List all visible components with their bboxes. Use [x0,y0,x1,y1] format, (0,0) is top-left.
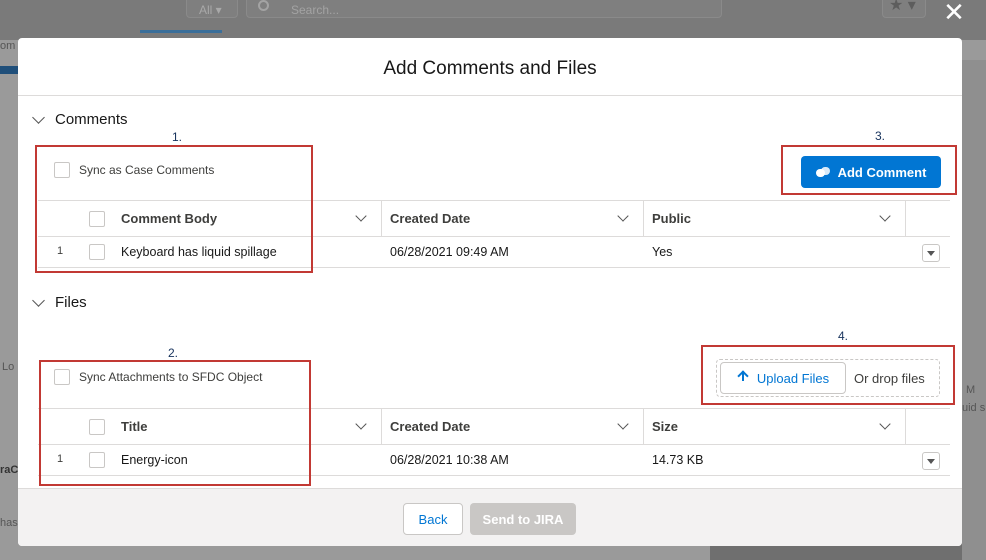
chevron-down-icon[interactable] [355,418,367,430]
cell-created-date: 06/28/2021 09:49 AM [390,245,509,259]
annotation-number: 1. [172,130,183,144]
favorite-star-icon: ★ ▾ [882,0,926,18]
annotation-box [39,360,311,486]
background-text: has [0,517,18,529]
background-text: uid s [962,402,986,414]
cell-public: Yes [652,245,673,259]
annotation-number: 4. [838,329,849,343]
comments-section-toggle[interactable]: Comments [30,111,128,128]
annotation-number: 3. [875,129,886,143]
send-to-jira-button: Send to JIRA [470,503,576,535]
column-header-size[interactable]: Size [644,409,906,444]
chevron-down-icon[interactable] [355,210,367,222]
background-search: Search... [246,0,722,18]
annotation-number: 2. [168,346,179,360]
files-section-label: Files [55,294,87,311]
background-text: M [966,384,976,396]
files-section-toggle[interactable]: Files [30,294,87,311]
column-header-created-date[interactable]: Created Date [382,201,644,236]
column-header-public[interactable]: Public [644,201,906,236]
row-actions-dropdown[interactable] [922,452,940,470]
chevron-down-icon[interactable] [879,210,891,222]
background-tab-indicator [140,30,222,33]
annotation-box [701,345,955,405]
modal-footer: Back Send to JIRA [18,488,962,546]
background-filter: All ▾ [186,0,238,18]
modal-title: Add Comments and Files [383,58,597,79]
chevron-down-icon[interactable] [879,418,891,430]
chevron-down-icon[interactable] [617,418,629,430]
chevron-down-icon [32,294,45,307]
comments-section-label: Comments [55,111,128,128]
column-header-created-date[interactable]: Created Date [382,409,644,444]
back-button[interactable]: Back [403,503,463,535]
background-accent [0,66,18,74]
search-icon [258,0,269,11]
annotation-box [35,145,313,273]
chevron-down-icon[interactable] [617,210,629,222]
cell-created-date: 06/28/2021 10:38 AM [390,453,509,467]
background-text: om [0,40,16,52]
background-right-panel [962,60,986,560]
close-icon[interactable]: ✕ [942,0,966,26]
modal-header: Add Comments and Files [18,38,962,96]
cell-size: 14.73 KB [652,453,704,467]
chevron-down-icon [32,111,45,124]
modal-body: Comments 1. 3. Sync as Case Comments Add… [18,96,962,488]
background-text: raC [0,464,19,476]
add-comments-files-modal: Add Comments and Files Comments 1. 3. Sy… [18,38,962,546]
background-text: Lo [2,361,15,373]
annotation-box [781,145,957,195]
row-actions-dropdown[interactable] [922,244,940,262]
